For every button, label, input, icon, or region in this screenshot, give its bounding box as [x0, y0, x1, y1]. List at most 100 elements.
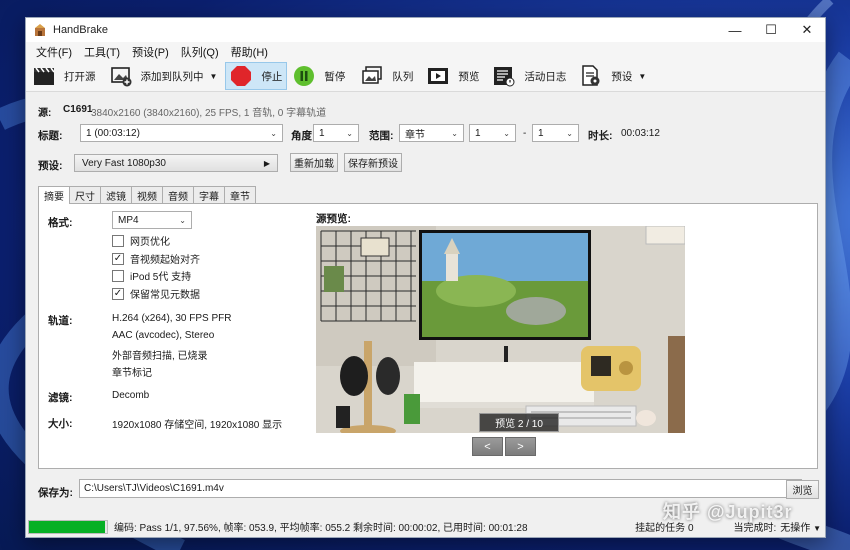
track-video: H.264 (x264), 30 FPS PFR: [112, 313, 232, 324]
web-optimized-checkbox[interactable]: 网页优化: [112, 233, 170, 248]
checkmark-icon[interactable]: ✓: [112, 252, 124, 265]
title-select[interactable]: 1 (00:03:12) ⌄: [80, 124, 283, 142]
range-separator: -: [523, 128, 527, 139]
gallery-icon: [362, 66, 383, 84]
close-button[interactable]: ✕: [789, 18, 825, 42]
tab-subtitles[interactable]: 字幕: [193, 186, 225, 203]
preset-label: 预设:: [38, 160, 63, 172]
presets-button[interactable]: 预设 ▼: [576, 62, 650, 90]
range-end-select[interactable]: 1 ⌄: [532, 124, 579, 142]
handbrake-window: HandBrake — ☐ ✕ 文件(F) 工具(T) 预设(P) 队列(Q) …: [25, 17, 826, 538]
pause-icon: [294, 66, 315, 86]
status-bar: 编码: Pass 1/1, 97.56%, 帧率: 053.9, 平均帧率: 0…: [26, 514, 825, 537]
stop-icon: [231, 66, 252, 86]
duration-value: 00:03:12: [621, 128, 660, 139]
menu-queue[interactable]: 队列(Q): [175, 44, 225, 60]
save-path-input[interactable]: C:\Users\TJ\Videos\C1691.m4v: [79, 479, 802, 498]
tab-strip: 摘要 尺寸 滤镜 视频 音频 字幕 章节: [38, 186, 256, 204]
chevron-down-icon: ⌄: [179, 215, 186, 225]
browse-button[interactable]: 浏览: [786, 480, 819, 499]
menu-tools[interactable]: 工具(T): [78, 44, 126, 60]
film-clapper-icon: [34, 67, 55, 85]
checkbox-box[interactable]: [112, 269, 124, 282]
source-details: 3840x2160 (3840x2160), 25 FPS, 1 音轨, 0 字…: [91, 108, 327, 119]
track-subtitle: 外部音频扫描, 已烧录: [112, 351, 208, 362]
encode-status-text: 编码: Pass 1/1, 97.56%, 帧率: 053.9, 平均帧率: 0…: [114, 523, 528, 534]
when-done-select[interactable]: 无操作 ▼: [780, 519, 821, 534]
pending-jobs: 挂起的任务 0: [635, 523, 694, 534]
format-label: 格式:: [48, 217, 73, 229]
queue-button[interactable]: 队列: [357, 62, 417, 90]
range-label: 范围:: [369, 130, 394, 142]
preset-select[interactable]: Very Fast 1080p30 ▶: [74, 154, 278, 172]
chevron-right-icon: ▶: [263, 158, 270, 168]
source-preview-image: [316, 226, 685, 433]
title-label: 标题:: [38, 130, 63, 142]
chevron-down-icon: ⌄: [451, 128, 458, 138]
tab-filters[interactable]: 滤镜: [100, 186, 132, 203]
handbrake-app-icon: [35, 24, 45, 36]
filters-label: 滤镜:: [48, 392, 73, 404]
minimize-button[interactable]: —: [717, 18, 753, 42]
source-preview-label: 源预览:: [316, 213, 351, 225]
chevron-down-icon: ⌄: [270, 128, 277, 138]
title-bar: HandBrake — ☐ ✕: [26, 18, 825, 42]
terminal-log-icon: [494, 67, 515, 87]
stop-button[interactable]: 停止: [225, 62, 288, 90]
format-select[interactable]: MP4 ⌄: [112, 211, 192, 229]
chevron-down-icon: ▼: [813, 524, 821, 533]
progress-fill: [29, 520, 106, 533]
menu-presets[interactable]: 预设(P): [126, 44, 175, 60]
settings-document-icon: [582, 65, 600, 86]
tab-audio[interactable]: 音频: [162, 186, 194, 203]
chevron-down-icon[interactable]: ▼: [638, 72, 646, 81]
track-audio: AAC (avcodec), Stereo: [112, 330, 215, 341]
open-source-button[interactable]: 打开源: [29, 62, 100, 90]
tab-video[interactable]: 视频: [131, 186, 163, 203]
angle-label: 角度: [291, 130, 312, 142]
tracks-label: 轨道:: [48, 315, 73, 327]
pause-button[interactable]: 暂停: [289, 62, 349, 90]
maximize-button[interactable]: ☐: [753, 18, 789, 42]
angle-select[interactable]: 1 ⌄: [313, 124, 359, 142]
menu-file[interactable]: 文件(F): [30, 44, 78, 60]
tab-dimensions[interactable]: 尺寸: [69, 186, 101, 203]
when-done-label: 当完成时:: [733, 523, 777, 534]
source-label: 源:: [38, 108, 52, 119]
preview-next-button[interactable]: >: [505, 437, 536, 456]
source-info: 源: C1691 3840x2160 (3840x2160), 25 FPS, …: [38, 104, 326, 119]
keep-metadata-checkbox[interactable]: ✓ 保留常见元数据: [112, 286, 200, 301]
range-start-select[interactable]: 1 ⌄: [469, 124, 516, 142]
source-name: C1691: [63, 104, 93, 115]
add-image-icon: [110, 67, 131, 87]
toolbar: 打开源 添加到队列中 ▼ 停止 暂停 队列 预览 活动日志 预设 ▼: [26, 61, 825, 92]
chevron-down-icon: ⌄: [503, 128, 510, 138]
preview-button[interactable]: 预览: [423, 62, 483, 90]
add-to-queue-button[interactable]: 添加到队列中 ▼: [106, 62, 222, 90]
window-title: HandBrake: [53, 24, 109, 36]
align-av-checkbox[interactable]: ✓ 音视频起始对齐: [112, 251, 200, 266]
checkmark-icon[interactable]: ✓: [112, 287, 124, 300]
checkbox-box[interactable]: [112, 234, 124, 247]
size-value: 1920x1080 存储空间, 1920x1080 显示: [112, 420, 283, 431]
filters-value: Decomb: [112, 390, 150, 401]
save-new-preset-button[interactable]: 保存新预设: [344, 153, 402, 172]
ipod-support-checkbox[interactable]: iPod 5代 支持: [112, 268, 191, 283]
activity-log-button[interactable]: 活动日志: [489, 62, 570, 90]
save-as-label: 保存为:: [38, 487, 73, 499]
range-type-select[interactable]: 章节 ⌄: [399, 124, 464, 142]
preview-counter: 预览 2 / 10: [479, 413, 559, 432]
summary-panel: 格式: MP4 ⌄ 网页优化 ✓ 音视频起始对齐 iPod 5代 支持 ✓ 保留常见元…: [38, 203, 818, 469]
preview-prev-button[interactable]: <: [472, 437, 503, 456]
reload-button[interactable]: 重新加载: [290, 153, 338, 172]
play-film-icon: [428, 68, 449, 84]
size-label: 大小:: [48, 418, 73, 430]
menu-help[interactable]: 帮助(H): [225, 44, 274, 60]
encode-progress-bar: [28, 519, 108, 534]
tab-summary[interactable]: 摘要: [38, 186, 70, 204]
chevron-down-icon[interactable]: ▼: [210, 72, 218, 81]
chevron-down-icon: ⌄: [346, 128, 353, 138]
tab-chapters[interactable]: 章节: [224, 186, 256, 203]
menu-bar: 文件(F) 工具(T) 预设(P) 队列(Q) 帮助(H): [26, 42, 825, 61]
track-chapters: 章节标记: [112, 368, 152, 379]
